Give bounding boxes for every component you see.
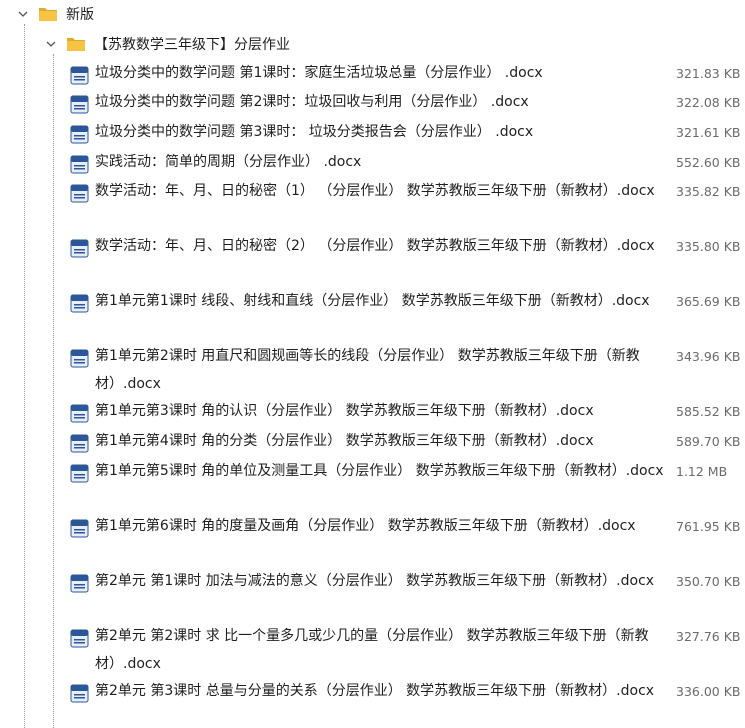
file-row[interactable]: 垃圾分类中的数学问题 第2课时：垃圾回收与利用（分层作业） .docx 322.… bbox=[66, 89, 745, 117]
file-row[interactable]: 第1单元第1课时 线段、射线和直线（分层作业） 数学苏教版三年级下册（新教材）.… bbox=[66, 288, 745, 343]
file-row[interactable]: 第2单元 第3课时 总量与分量的关系（分层作业） 数学苏教版三年级下册（新教材）… bbox=[66, 678, 745, 728]
file-name: 垃圾分类中的数学问题 第1课时：家庭生活垃圾总量（分层作业） .docx bbox=[95, 65, 543, 81]
file-name: 第2单元 第3课时 总量与分量的关系（分层作业） 数学苏教版三年级下册（新教材）… bbox=[95, 683, 655, 699]
file-row[interactable]: 第2单元 第1课时 加法与减法的意义（分层作业） 数学苏教版三年级下册（新教材）… bbox=[66, 568, 745, 623]
file-row[interactable]: 第1单元第4课时 角的分类（分层作业） 数学苏教版三年级下册（新教材）.docx… bbox=[66, 428, 745, 456]
file-row[interactable]: 数学活动：年、月、日的秘密（1） （分层作业） 数学苏教版三年级下册（新教材）.… bbox=[66, 178, 745, 233]
word-document-icon bbox=[70, 66, 89, 85]
word-document-icon bbox=[70, 349, 89, 368]
file-name: 第1单元第6课时 角的度量及画角（分层作业） 数学苏教版三年级下册（新教材）.d… bbox=[95, 518, 636, 534]
file-size: 552.60 KB bbox=[676, 155, 741, 170]
folder-name: 【苏教数学三年级下】分层作业 bbox=[94, 37, 290, 53]
folder-name: 新版 bbox=[66, 7, 94, 23]
file-name: 第1单元第1课时 线段、射线和直线（分层作业） 数学苏教版三年级下册（新教材）.… bbox=[95, 293, 650, 309]
tree-guide-line-root bbox=[24, 24, 25, 728]
file-size: 365.69 KB bbox=[676, 294, 741, 309]
word-document-icon bbox=[70, 574, 89, 593]
word-document-icon bbox=[70, 519, 89, 538]
word-document-icon bbox=[70, 464, 89, 483]
file-size: 585.52 KB bbox=[676, 404, 741, 419]
file-size: 327.76 KB bbox=[676, 629, 741, 644]
word-document-icon bbox=[70, 404, 89, 423]
word-document-icon bbox=[70, 155, 89, 174]
word-document-icon bbox=[70, 434, 89, 453]
file-name: 第2单元 第1课时 加法与减法的意义（分层作业） 数学苏教版三年级下册（新教材）… bbox=[95, 573, 655, 589]
file-size: 343.96 KB bbox=[676, 349, 741, 364]
folder-row-root[interactable]: 新版 bbox=[16, 2, 94, 26]
file-size: 322.08 KB bbox=[676, 95, 741, 110]
folder-icon bbox=[38, 6, 58, 22]
folder-row-sub[interactable]: 【苏教数学三年级下】分层作业 bbox=[44, 32, 290, 56]
file-name: 第2单元 第2课时 求 比一个量多几或少几的量（分层作业） 数学苏教版三年级下册… bbox=[95, 628, 649, 672]
file-row[interactable]: 第1单元第6课时 角的度量及画角（分层作业） 数学苏教版三年级下册（新教材）.d… bbox=[66, 513, 745, 568]
file-name: 第1单元第4课时 角的分类（分层作业） 数学苏教版三年级下册（新教材）.docx bbox=[95, 433, 594, 449]
file-row[interactable]: 实践活动：简单的周期（分层作业） .docx 552.60 KB bbox=[66, 149, 745, 177]
file-name: 数学活动：年、月、日的秘密（2） （分层作业） 数学苏教版三年级下册（新教材）.… bbox=[95, 238, 655, 254]
file-name: 实践活动：简单的周期（分层作业） .docx bbox=[95, 154, 362, 170]
file-row[interactable]: 第1单元第2课时 用直尺和圆规画等长的线段（分层作业） 数学苏教版三年级下册（新… bbox=[66, 343, 745, 398]
chevron-down-icon[interactable] bbox=[16, 7, 30, 21]
file-size: 336.00 KB bbox=[676, 684, 741, 699]
file-row[interactable]: 第1单元第3课时 角的认识（分层作业） 数学苏教版三年级下册（新教材）.docx… bbox=[66, 398, 745, 426]
file-name: 第1单元第3课时 角的认识（分层作业） 数学苏教版三年级下册（新教材）.docx bbox=[95, 403, 594, 419]
file-row[interactable]: 垃圾分类中的数学问题 第3课时： 垃圾分类报告会（分层作业） .docx 321… bbox=[66, 119, 745, 147]
tree-guide-line-sub bbox=[53, 54, 54, 728]
chevron-down-icon[interactable] bbox=[44, 37, 58, 51]
word-document-icon bbox=[70, 184, 89, 203]
file-row[interactable]: 第1单元第5课时 角的单位及测量工具（分层作业） 数学苏教版三年级下册（新教材）… bbox=[66, 458, 745, 513]
file-size: 335.80 KB bbox=[676, 239, 741, 254]
word-document-icon bbox=[70, 684, 89, 703]
word-document-icon bbox=[70, 629, 89, 648]
file-size: 335.82 KB bbox=[676, 184, 741, 199]
file-name: 第1单元第5课时 角的单位及测量工具（分层作业） 数学苏教版三年级下册（新教材）… bbox=[95, 463, 664, 479]
file-name: 数学活动：年、月、日的秘密（1） （分层作业） 数学苏教版三年级下册（新教材）.… bbox=[95, 183, 655, 199]
word-document-icon bbox=[70, 239, 89, 258]
file-tree: 新版 【苏教数学三年级下】分层作业 垃圾分类中的数学问题 第1课时：家庭生活垃圾… bbox=[0, 0, 745, 728]
word-document-icon bbox=[70, 125, 89, 144]
file-size: 1.12 MB bbox=[676, 464, 728, 479]
file-size: 761.95 KB bbox=[676, 519, 741, 534]
word-document-icon bbox=[70, 294, 89, 313]
file-size: 321.83 KB bbox=[676, 66, 741, 81]
file-name: 第1单元第2课时 用直尺和圆规画等长的线段（分层作业） 数学苏教版三年级下册（新… bbox=[95, 348, 640, 392]
file-name: 垃圾分类中的数学问题 第2课时：垃圾回收与利用（分层作业） .docx bbox=[95, 94, 529, 110]
word-document-icon bbox=[70, 95, 89, 114]
file-row[interactable]: 数学活动：年、月、日的秘密（2） （分层作业） 数学苏教版三年级下册（新教材）.… bbox=[66, 233, 745, 288]
file-size: 350.70 KB bbox=[676, 574, 741, 589]
file-name: 垃圾分类中的数学问题 第3课时： 垃圾分类报告会（分层作业） .docx bbox=[95, 124, 534, 140]
folder-icon bbox=[66, 36, 86, 52]
file-row[interactable]: 垃圾分类中的数学问题 第1课时：家庭生活垃圾总量（分层作业） .docx 321… bbox=[66, 60, 745, 88]
file-row[interactable]: 第2单元 第2课时 求 比一个量多几或少几的量（分层作业） 数学苏教版三年级下册… bbox=[66, 623, 745, 678]
file-size: 321.61 KB bbox=[676, 125, 741, 140]
file-size: 589.70 KB bbox=[676, 434, 741, 449]
